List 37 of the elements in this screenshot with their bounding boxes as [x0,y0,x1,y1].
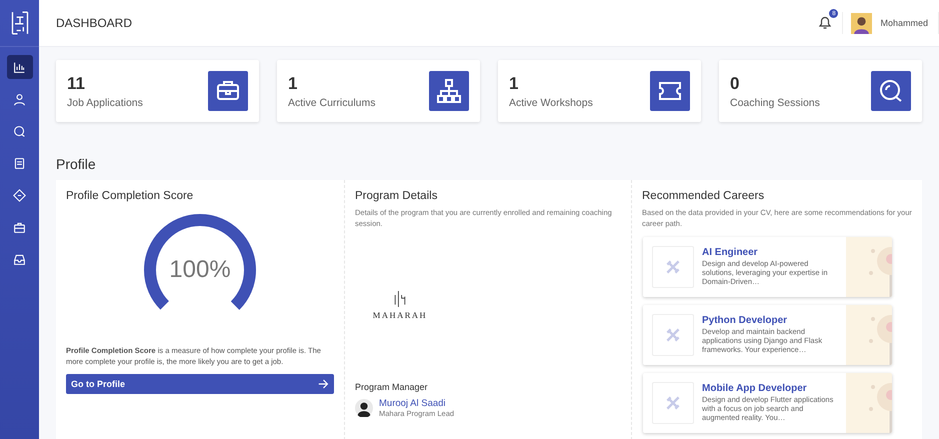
hierarchy-icon [429,71,469,111]
page-title: DASHBOARD [56,16,132,30]
program-logo-text: MAHARAH [372,310,428,320]
score-value: 100% [169,256,231,284]
user-name[interactable]: Mohammed [880,18,928,28]
career-title: Mobile App Developer [702,382,808,394]
career-title: Python Developer [702,314,788,326]
chart-icon [13,60,26,74]
inbox-icon [13,252,26,266]
stat-value: 1 [288,74,298,94]
briefcase-icon [13,220,26,234]
stat-label: Active Workshops [509,96,593,108]
briefcase-icon [208,71,248,111]
nav-item[interactable] [6,55,32,79]
ticket-icon [650,71,690,111]
stat-value: 0 [730,74,740,94]
stat-label: Active Curriculums [288,96,376,108]
person-icon [13,92,26,106]
go-to-profile-button[interactable]: Go to Profile [66,374,334,394]
logo-icon [10,9,30,37]
section-heading: Profile [56,156,97,172]
stat-value: 11 [67,74,86,94]
panel-title: Program Details [355,190,438,202]
diamond-icon [13,188,26,202]
career-title: AI Engineer [702,246,759,258]
stat-label: Coaching Sessions [730,96,820,108]
panel-title: Profile Completion Score [66,190,194,202]
book-icon [13,156,26,170]
avatar-icon [355,398,373,417]
stat-value: 1 [509,74,520,94]
bell-icon [817,14,834,30]
manager-heading: Program Manager [355,382,429,392]
avatar-icon[interactable] [851,12,872,34]
manager-name-link[interactable]: Murooj Al Saadi [379,398,454,409]
arrow-icon [318,378,329,389]
panel-title: Recommended Careers [642,190,766,202]
stat-label: Job Applications [67,96,143,108]
